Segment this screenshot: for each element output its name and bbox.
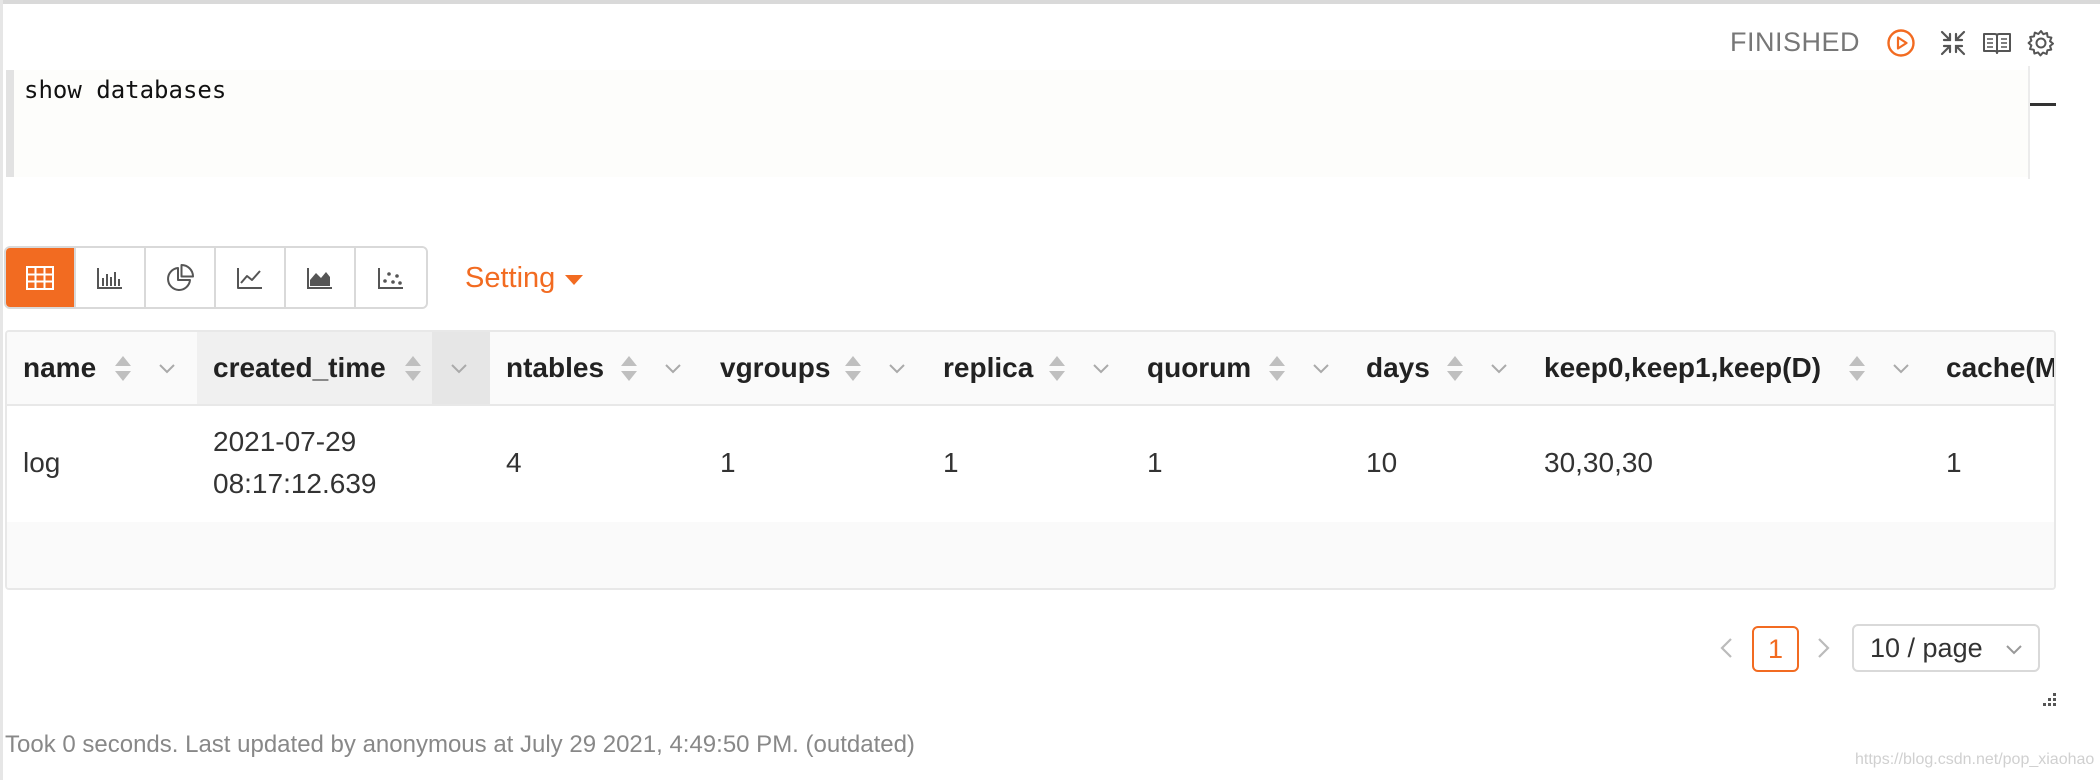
bar-chart-icon bbox=[97, 267, 122, 289]
table-view-button[interactable] bbox=[6, 248, 76, 307]
previous-page-button[interactable] bbox=[1716, 636, 1738, 660]
paragraph-status: FINISHED bbox=[1730, 27, 1861, 57]
table-empty-area bbox=[7, 522, 2054, 588]
sort-icon[interactable] bbox=[115, 356, 131, 382]
chevron-down-icon bbox=[2006, 645, 2022, 655]
pie-chart-icon bbox=[167, 263, 194, 291]
table-icon bbox=[26, 265, 54, 290]
column-header-cache[interactable]: cache(M bbox=[1930, 332, 2054, 404]
setting-dropdown[interactable]: Setting bbox=[465, 262, 584, 295]
sort-icon[interactable] bbox=[845, 356, 861, 382]
cell-name: log bbox=[23, 447, 61, 478]
line-chart-button[interactable] bbox=[216, 248, 286, 307]
sort-icon[interactable] bbox=[1269, 356, 1285, 382]
chevron-down-icon[interactable] bbox=[1091, 358, 1111, 378]
editor-text: show databases bbox=[24, 76, 227, 104]
chevron-down-icon[interactable] bbox=[449, 358, 469, 378]
caret-down-icon bbox=[565, 274, 584, 285]
page-size-select[interactable]: 10 / page bbox=[1852, 624, 2040, 672]
toggle-editor-button[interactable] bbox=[1980, 26, 2014, 60]
sort-icon[interactable] bbox=[621, 356, 637, 382]
bar-chart-button[interactable] bbox=[76, 248, 146, 307]
cell-keep: 30,30,30 bbox=[1544, 447, 1653, 478]
resize-handle-icon[interactable] bbox=[2038, 690, 2058, 710]
run-paragraph-button[interactable] bbox=[1884, 26, 1918, 60]
cell-vgroups: 1 bbox=[720, 447, 736, 478]
next-page-button[interactable] bbox=[1812, 636, 1834, 660]
scatter-chart-button[interactable] bbox=[356, 248, 426, 307]
editor-scrollbar-thumb[interactable] bbox=[2030, 103, 2056, 106]
cell-quorum: 1 bbox=[1147, 447, 1163, 478]
cell-created-time-time: 08:17:12.639 bbox=[213, 468, 377, 499]
book-icon bbox=[1983, 33, 2011, 54]
cell-replica: 1 bbox=[943, 447, 959, 478]
page-number-button[interactable]: 1 bbox=[1752, 626, 1799, 672]
table-row[interactable]: log 2021-07-29 08:17:12.639 4 1 1 1 10 3… bbox=[7, 406, 2054, 522]
paragraph-top-border bbox=[0, 0, 2100, 4]
chevron-down-icon[interactable] bbox=[887, 358, 907, 378]
setting-label: Setting bbox=[465, 262, 556, 294]
chevron-down-icon[interactable] bbox=[157, 358, 177, 378]
table-header: name created_time ntables vgroups replic… bbox=[7, 332, 2054, 406]
column-header-keep[interactable]: keep0,keep1,keep(D) bbox=[1528, 332, 1930, 404]
gear-icon bbox=[2027, 30, 2054, 57]
paragraph-settings-button[interactable] bbox=[2024, 26, 2058, 60]
chevron-down-icon[interactable] bbox=[663, 358, 683, 378]
paragraph-footer-status: Took 0 seconds. Last updated by anonymou… bbox=[5, 731, 915, 758]
collapse-arrows-icon bbox=[1940, 30, 1966, 56]
play-circle-icon bbox=[1887, 29, 1915, 57]
watermark: https://blog.csdn.net/pop_xiaohao bbox=[1855, 751, 2095, 768]
area-chart-button[interactable] bbox=[286, 248, 356, 307]
collapse-button[interactable] bbox=[1936, 26, 1970, 60]
chevron-down-icon[interactable] bbox=[1891, 358, 1911, 378]
cell-days: 10 bbox=[1366, 447, 1398, 478]
code-editor[interactable] bbox=[6, 70, 2029, 177]
area-chart-icon bbox=[307, 267, 332, 289]
scatter-chart-icon bbox=[378, 267, 403, 289]
page-size-value: 10 / page bbox=[1870, 632, 1983, 663]
sort-icon[interactable] bbox=[1849, 356, 1865, 382]
visualization-toolbar bbox=[4, 246, 428, 309]
cell-ntables: 4 bbox=[506, 447, 522, 478]
editor-scrollbar-track bbox=[2028, 66, 2030, 179]
sort-icon[interactable] bbox=[405, 356, 421, 382]
result-table: name created_time ntables vgroups replic… bbox=[5, 330, 2056, 590]
chevron-down-icon[interactable] bbox=[1489, 358, 1509, 378]
line-chart-icon bbox=[237, 267, 262, 289]
paragraph-left-border bbox=[0, 0, 3, 780]
cell-created-time-date: 2021-07-29 bbox=[213, 426, 357, 457]
chevron-down-icon[interactable] bbox=[1311, 358, 1331, 378]
cell-cache: 1 bbox=[1946, 447, 1962, 478]
sort-icon[interactable] bbox=[1049, 356, 1065, 382]
pie-chart-button[interactable] bbox=[146, 248, 216, 307]
sort-icon[interactable] bbox=[1447, 356, 1463, 382]
